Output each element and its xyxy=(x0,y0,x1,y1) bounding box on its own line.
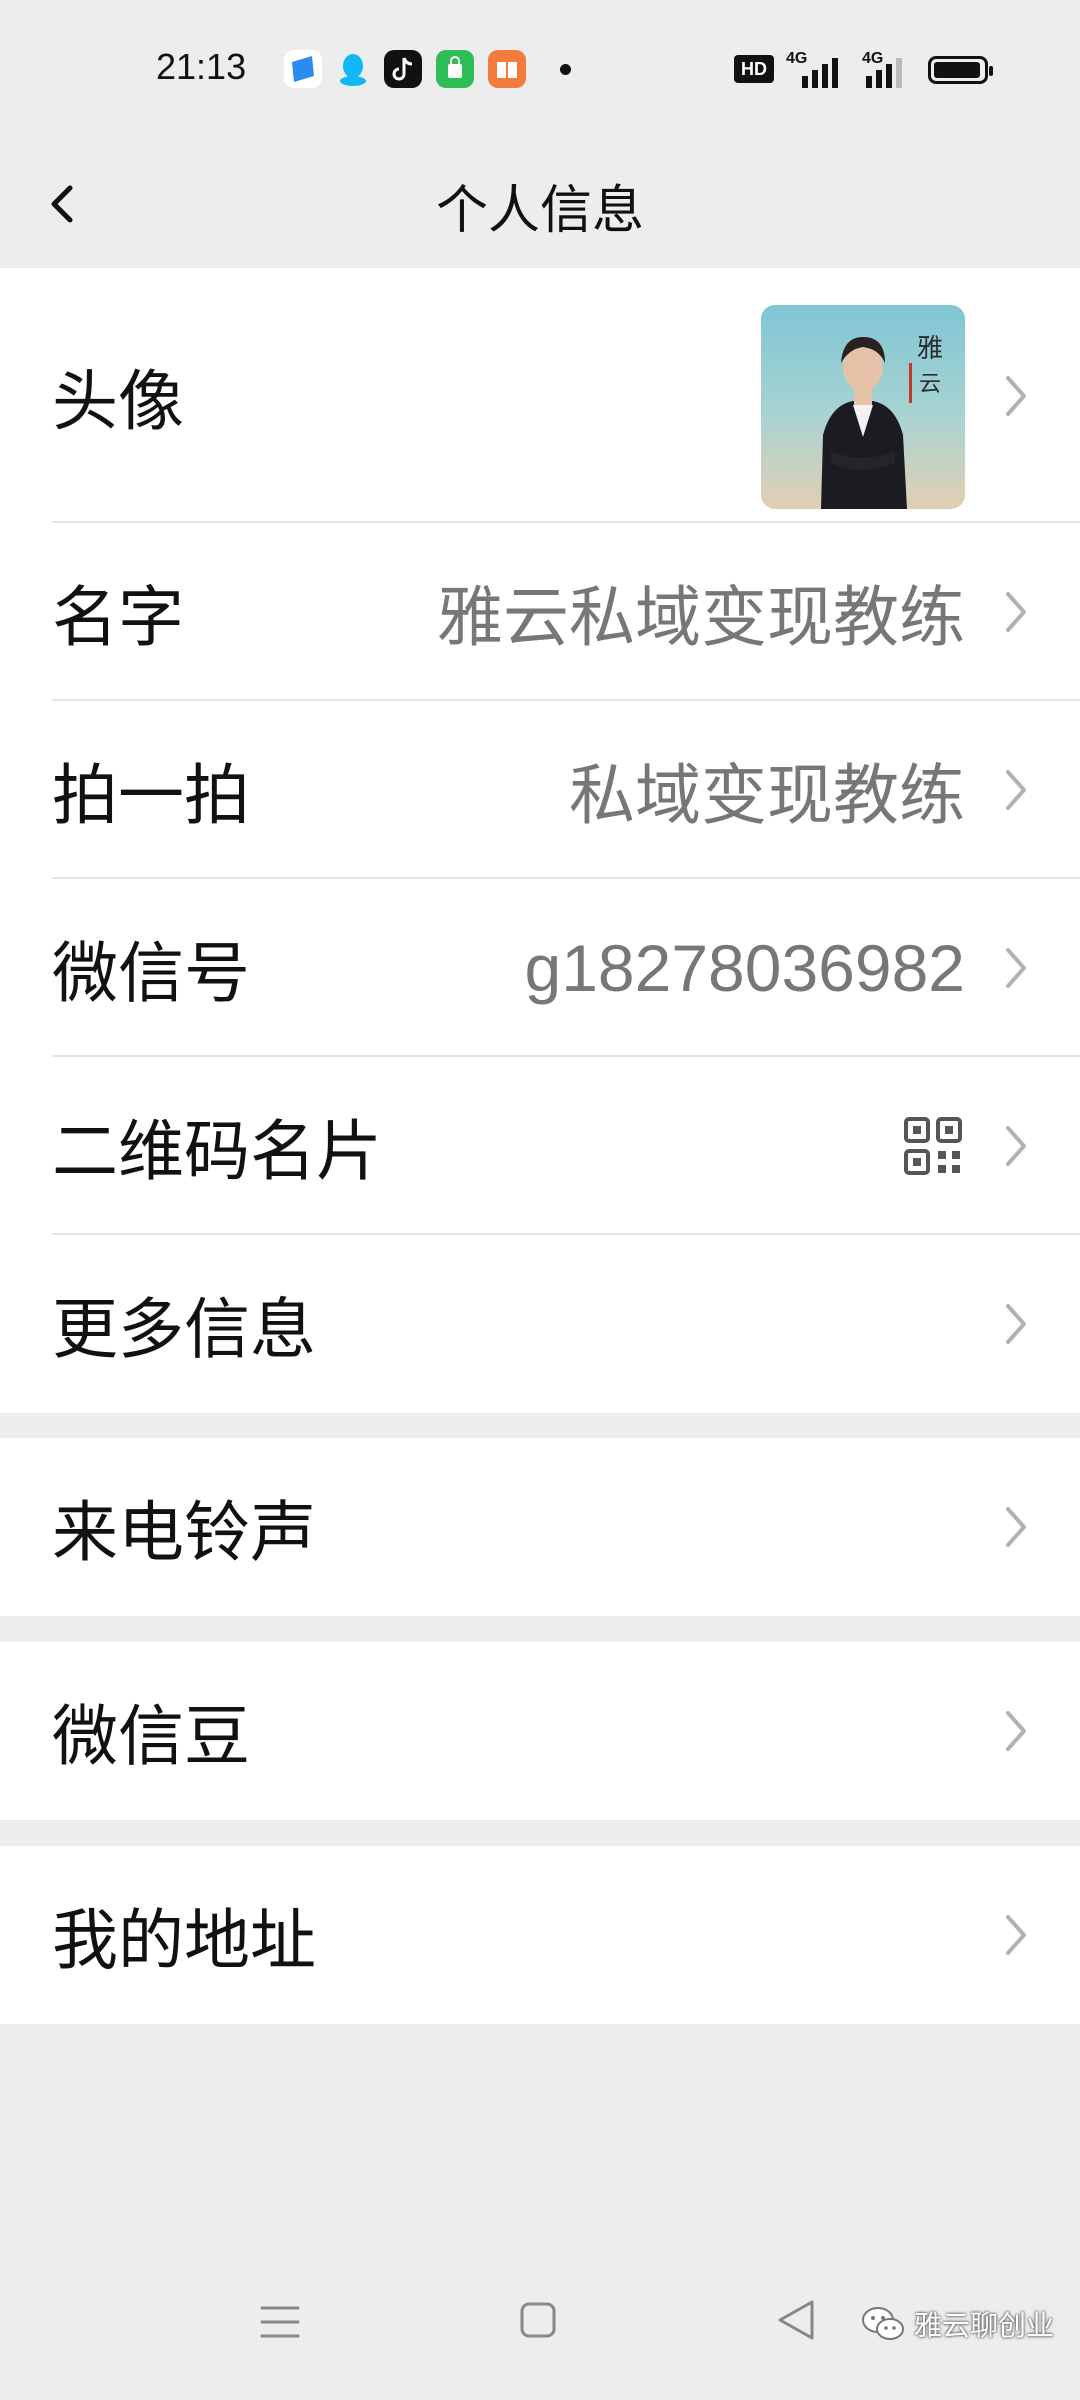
signal-1-icon: 4G xyxy=(786,50,846,90)
blue-app-icon xyxy=(284,50,322,88)
watermark: 雅云聊创业 xyxy=(860,2296,1054,2352)
svg-text:云: 云 xyxy=(919,372,941,397)
address-label: 我的地址 xyxy=(52,1902,316,1979)
watermark-text: 雅云聊创业 xyxy=(914,2309,1055,2342)
shopping-bag-icon xyxy=(436,50,474,88)
recent-apps-button[interactable] xyxy=(258,2300,302,2344)
pat-row[interactable]: 拍一拍 私域变现教练 xyxy=(0,701,1080,879)
chevron-right-icon xyxy=(1002,944,1030,992)
ringtone-row[interactable]: 来电铃声 xyxy=(0,1438,1080,1616)
more-notifications-dot xyxy=(560,64,571,75)
beans-row[interactable]: 微信豆 xyxy=(0,1642,1080,1820)
system-back-button[interactable] xyxy=(774,2296,818,2344)
more-info-row[interactable]: 更多信息 xyxy=(0,1235,1080,1413)
book-icon xyxy=(488,50,526,88)
qr-code-row[interactable]: 二维码名片 xyxy=(0,1057,1080,1235)
name-label: 名字 xyxy=(52,579,184,656)
more-info-label: 更多信息 xyxy=(52,1291,316,1368)
page-title: 个人信息 xyxy=(435,181,644,241)
chevron-right-icon xyxy=(1002,766,1030,814)
signal-2-icon: 4G xyxy=(862,50,922,90)
ringtone-group: 来电铃声 xyxy=(0,1438,1080,1616)
chevron-right-icon xyxy=(1002,1503,1030,1551)
tiktok-icon xyxy=(384,50,422,88)
chevron-right-icon xyxy=(1002,1122,1030,1170)
triangle-back-icon xyxy=(778,2300,814,2340)
chevron-right-icon xyxy=(1002,1911,1030,1959)
ringtone-label: 来电铃声 xyxy=(52,1494,316,1571)
chevron-right-icon xyxy=(1002,1300,1030,1348)
beans-label: 微信豆 xyxy=(52,1698,250,1775)
qq-icon xyxy=(334,50,372,88)
chevron-right-icon xyxy=(1002,372,1030,420)
status-time: 21:13 xyxy=(156,46,247,87)
address-group: 我的地址 xyxy=(0,1846,1080,2024)
wechat-id-label: 微信号 xyxy=(52,935,250,1012)
wechat-icon xyxy=(860,2304,906,2344)
avatar-label: 头像 xyxy=(52,362,184,440)
system-nav-bar: 雅云聊创业 xyxy=(0,2270,1080,2400)
header: 个人信息 xyxy=(0,140,1080,268)
pat-value: 私域变现教练 xyxy=(569,757,965,834)
qr-code-label: 二维码名片 xyxy=(52,1113,382,1190)
address-row[interactable]: 我的地址 xyxy=(0,1846,1080,2024)
avatar[interactable]: 雅 云 xyxy=(761,305,965,509)
svg-text:雅: 雅 xyxy=(917,334,943,364)
hd-voice-icon: HD xyxy=(734,55,774,83)
menu-icon xyxy=(260,2306,300,2338)
pat-label: 拍一拍 xyxy=(52,757,250,834)
beans-group: 微信豆 xyxy=(0,1642,1080,1820)
avatar-row[interactable]: 头像 雅 云 xyxy=(0,268,1080,523)
name-value: 雅云私域变现教练 xyxy=(437,579,965,656)
wechat-id-row[interactable]: 微信号 g18278036982 xyxy=(0,879,1080,1057)
chevron-right-icon xyxy=(1002,588,1030,636)
qr-code-icon xyxy=(903,1116,963,1176)
chevron-right-icon xyxy=(1002,1707,1030,1755)
profile-group: 头像 雅 云 名字 雅云私域变现教练 拍一拍 私域变现教练 微信号 g18278… xyxy=(0,268,1080,1413)
status-bar: 21:13 HD 4G 4G xyxy=(0,0,1080,140)
home-button[interactable] xyxy=(518,2300,558,2340)
name-row[interactable]: 名字 雅云私域变现教练 xyxy=(0,523,1080,701)
square-icon xyxy=(520,2302,556,2338)
battery-icon xyxy=(928,56,993,84)
wechat-id-value: g18278036982 xyxy=(524,931,965,1005)
